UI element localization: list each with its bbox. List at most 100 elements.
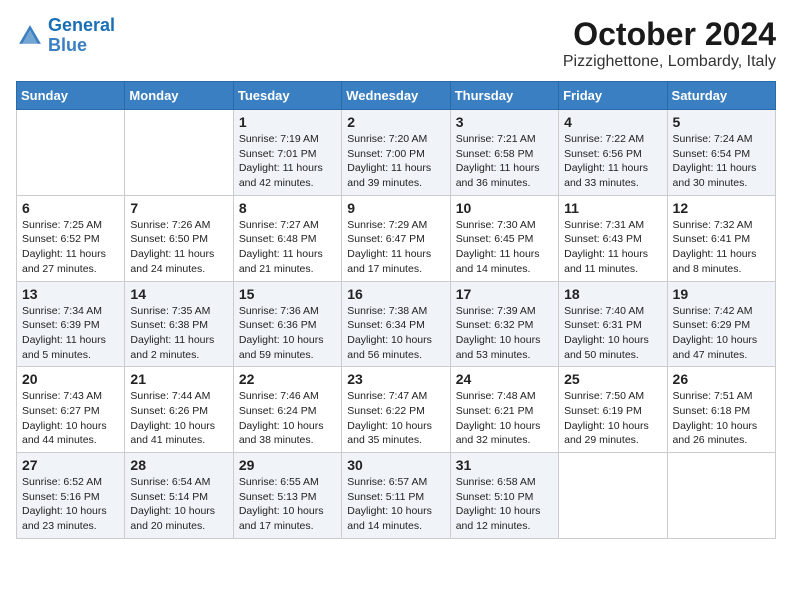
calendar-cell xyxy=(667,453,775,539)
calendar-cell: 7Sunrise: 7:26 AMSunset: 6:50 PMDaylight… xyxy=(125,195,233,281)
calendar-cell xyxy=(17,110,125,196)
calendar-cell: 3Sunrise: 7:21 AMSunset: 6:58 PMDaylight… xyxy=(450,110,558,196)
day-number: 5 xyxy=(673,114,770,130)
day-number: 29 xyxy=(239,457,336,473)
day-info: Sunrise: 6:54 AMSunset: 5:14 PMDaylight:… xyxy=(130,475,227,534)
day-number: 11 xyxy=(564,200,661,216)
logo: General Blue xyxy=(16,16,115,56)
day-info: Sunrise: 7:30 AMSunset: 6:45 PMDaylight:… xyxy=(456,218,553,277)
calendar-cell: 22 Sunrise: 7:46 AMSunset: 6:24 PMDayligh… xyxy=(233,367,341,453)
calendar-cell: 4Sunrise: 7:22 AMSunset: 6:56 PMDaylight… xyxy=(559,110,667,196)
calendar-header: SundayMondayTuesdayWednesdayThursdayFrid… xyxy=(17,82,776,110)
header-day-friday: Friday xyxy=(559,82,667,110)
logo-line2: Blue xyxy=(48,35,87,55)
day-info: Sunrise: 7:19 AMSunset: 7:01 PMDaylight:… xyxy=(239,132,336,191)
day-info: Sunrise: 7:20 AMSunset: 7:00 PMDaylight:… xyxy=(347,132,444,191)
header-day-tuesday: Tuesday xyxy=(233,82,341,110)
calendar-cell: 20Sunrise: 7:43 AMSunset: 6:27 PMDayligh… xyxy=(17,367,125,453)
day-number: 18 xyxy=(564,286,661,302)
header-day-saturday: Saturday xyxy=(667,82,775,110)
day-info: Sunrise: 7:50 AMSunset: 6:19 PMDaylight:… xyxy=(564,389,661,448)
calendar-week-2: 6Sunrise: 7:25 AMSunset: 6:52 PMDaylight… xyxy=(17,195,776,281)
day-number: 31 xyxy=(456,457,553,473)
day-info: Sunrise: 7:47 AMSunset: 6:22 PMDaylight:… xyxy=(347,389,444,448)
day-info: Sunrise: 7:44 AMSunset: 6:26 PMDaylight:… xyxy=(130,389,227,448)
day-number: 23 xyxy=(347,371,444,387)
calendar-cell: 8Sunrise: 7:27 AMSunset: 6:48 PMDaylight… xyxy=(233,195,341,281)
day-info: Sunrise: 7:48 AMSunset: 6:21 PMDaylight:… xyxy=(456,389,553,448)
day-number: 22 xyxy=(239,371,336,387)
calendar-cell xyxy=(125,110,233,196)
calendar-cell: 28 Sunrise: 6:54 AMSunset: 5:14 PMDayligh… xyxy=(125,453,233,539)
day-info: Sunrise: 7:25 AMSunset: 6:52 PMDaylight:… xyxy=(22,218,119,277)
calendar-week-1: 1 Sunrise: 7:19 AMSunset: 7:01 PMDaylight… xyxy=(17,110,776,196)
day-number: 30 xyxy=(347,457,444,473)
day-info: Sunrise: 7:29 AMSunset: 6:47 PMDaylight:… xyxy=(347,218,444,277)
calendar-cell: 6Sunrise: 7:25 AMSunset: 6:52 PMDaylight… xyxy=(17,195,125,281)
day-number: 28 xyxy=(130,457,227,473)
location-title: Pizzighettone, Lombardy, Italy xyxy=(563,53,776,71)
month-title: October 2024 xyxy=(563,16,776,53)
day-number: 17 xyxy=(456,286,553,302)
day-number: 19 xyxy=(673,286,770,302)
day-info: Sunrise: 7:38 AMSunset: 6:34 PMDaylight:… xyxy=(347,304,444,363)
page-header: General Blue October 2024 Pizzighettone,… xyxy=(16,16,776,71)
day-info: Sunrise: 7:35 AMSunset: 6:38 PMDaylight:… xyxy=(130,304,227,363)
calendar-cell: 10Sunrise: 7:30 AMSunset: 6:45 PMDayligh… xyxy=(450,195,558,281)
calendar-cell: 17Sunrise: 7:39 AMSunset: 6:32 PMDayligh… xyxy=(450,281,558,367)
calendar-week-4: 20Sunrise: 7:43 AMSunset: 6:27 PMDayligh… xyxy=(17,367,776,453)
day-number: 15 xyxy=(239,286,336,302)
calendar-cell: 31 Sunrise: 6:58 AMSunset: 5:10 PMDayligh… xyxy=(450,453,558,539)
calendar-cell: 13 Sunrise: 7:34 AMSunset: 6:39 PMDayligh… xyxy=(17,281,125,367)
day-number: 2 xyxy=(347,114,444,130)
header-day-sunday: Sunday xyxy=(17,82,125,110)
day-number: 25 xyxy=(564,371,661,387)
calendar-cell xyxy=(559,453,667,539)
day-info: Sunrise: 7:42 AMSunset: 6:29 PMDaylight:… xyxy=(673,304,770,363)
title-block: October 2024 Pizzighettone, Lombardy, It… xyxy=(563,16,776,71)
day-info: Sunrise: 7:24 AMSunset: 6:54 PMDaylight:… xyxy=(673,132,770,191)
day-number: 1 xyxy=(239,114,336,130)
logo-line1: General xyxy=(48,15,115,35)
day-number: 8 xyxy=(239,200,336,216)
calendar-cell: 25 Sunrise: 7:50 AMSunset: 6:19 PMDayligh… xyxy=(559,367,667,453)
calendar-cell: 15 Sunrise: 7:36 AMSunset: 6:36 PMDayligh… xyxy=(233,281,341,367)
day-number: 13 xyxy=(22,286,119,302)
calendar-cell: 1 Sunrise: 7:19 AMSunset: 7:01 PMDaylight… xyxy=(233,110,341,196)
day-info: Sunrise: 7:31 AMSunset: 6:43 PMDaylight:… xyxy=(564,218,661,277)
day-number: 27 xyxy=(22,457,119,473)
calendar-cell: 5 Sunrise: 7:24 AMSunset: 6:54 PMDaylight… xyxy=(667,110,775,196)
calendar-cell: 16 Sunrise: 7:38 AMSunset: 6:34 PMDayligh… xyxy=(342,281,450,367)
day-info: Sunrise: 7:34 AMSunset: 6:39 PMDaylight:… xyxy=(22,304,119,363)
day-number: 12 xyxy=(673,200,770,216)
day-info: Sunrise: 6:57 AMSunset: 5:11 PMDaylight:… xyxy=(347,475,444,534)
calendar-cell: 27 Sunrise: 6:52 AMSunset: 5:16 PMDayligh… xyxy=(17,453,125,539)
calendar-cell: 24 Sunrise: 7:48 AMSunset: 6:21 PMDayligh… xyxy=(450,367,558,453)
calendar-cell: 2 Sunrise: 7:20 AMSunset: 7:00 PMDaylight… xyxy=(342,110,450,196)
day-info: Sunrise: 7:32 AMSunset: 6:41 PMDaylight:… xyxy=(673,218,770,277)
calendar-cell: 19 Sunrise: 7:42 AMSunset: 6:29 PMDayligh… xyxy=(667,281,775,367)
day-number: 26 xyxy=(673,371,770,387)
day-info: Sunrise: 7:46 AMSunset: 6:24 PMDaylight:… xyxy=(239,389,336,448)
day-number: 21 xyxy=(130,371,227,387)
day-number: 24 xyxy=(456,371,553,387)
calendar-cell: 30 Sunrise: 6:57 AMSunset: 5:11 PMDayligh… xyxy=(342,453,450,539)
calendar-cell: 26 Sunrise: 7:51 AMSunset: 6:18 PMDayligh… xyxy=(667,367,775,453)
calendar-body: 1 Sunrise: 7:19 AMSunset: 7:01 PMDaylight… xyxy=(17,110,776,539)
day-info: Sunrise: 7:51 AMSunset: 6:18 PMDaylight:… xyxy=(673,389,770,448)
day-info: Sunrise: 7:21 AMSunset: 6:58 PMDaylight:… xyxy=(456,132,553,191)
calendar-table: SundayMondayTuesdayWednesdayThursdayFrid… xyxy=(16,81,776,539)
calendar-cell: 23 Sunrise: 7:47 AMSunset: 6:22 PMDayligh… xyxy=(342,367,450,453)
calendar-cell: 29Sunrise: 6:55 AMSunset: 5:13 PMDayligh… xyxy=(233,453,341,539)
day-info: Sunrise: 7:36 AMSunset: 6:36 PMDaylight:… xyxy=(239,304,336,363)
calendar-week-3: 13 Sunrise: 7:34 AMSunset: 6:39 PMDayligh… xyxy=(17,281,776,367)
day-info: Sunrise: 6:52 AMSunset: 5:16 PMDaylight:… xyxy=(22,475,119,534)
day-info: Sunrise: 6:58 AMSunset: 5:10 PMDaylight:… xyxy=(456,475,553,534)
day-number: 16 xyxy=(347,286,444,302)
calendar-cell: 18Sunrise: 7:40 AMSunset: 6:31 PMDayligh… xyxy=(559,281,667,367)
day-number: 9 xyxy=(347,200,444,216)
day-number: 20 xyxy=(22,371,119,387)
calendar-cell: 21 Sunrise: 7:44 AMSunset: 6:26 PMDayligh… xyxy=(125,367,233,453)
header-day-thursday: Thursday xyxy=(450,82,558,110)
calendar-cell: 14Sunrise: 7:35 AMSunset: 6:38 PMDayligh… xyxy=(125,281,233,367)
